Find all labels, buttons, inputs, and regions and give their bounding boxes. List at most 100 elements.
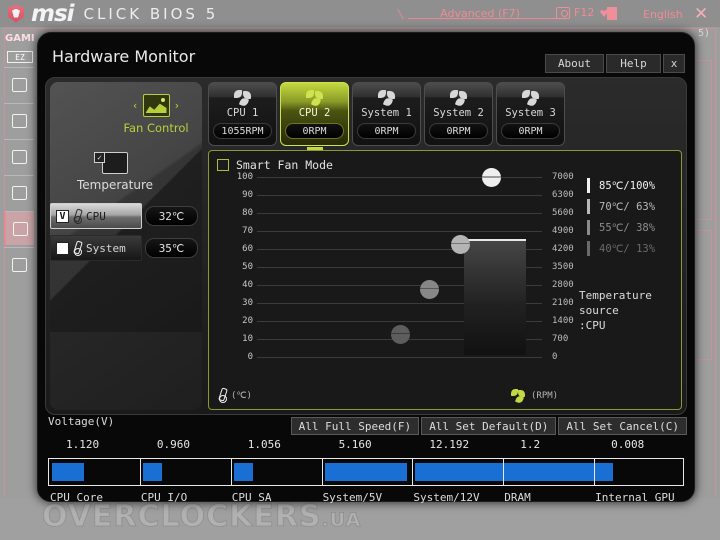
fan-icon bbox=[305, 90, 324, 108]
sidebar-icon-network[interactable] bbox=[4, 103, 34, 137]
legend-swatch bbox=[587, 241, 590, 256]
sidebar-icon-hardware-monitor[interactable] bbox=[4, 211, 34, 245]
left-axis-tick: 60 bbox=[242, 244, 253, 254]
tab-rpm-value: 0RPM bbox=[357, 123, 416, 139]
fan-icon bbox=[511, 389, 526, 404]
smart-fan-mode-checkbox[interactable] bbox=[217, 159, 229, 171]
cpu-temperature-value: 32℃ bbox=[145, 206, 198, 226]
thermometer-icon bbox=[74, 209, 82, 224]
tab-system-2[interactable]: System 2 0RPM bbox=[424, 82, 493, 146]
left-axis-tick: 10 bbox=[242, 334, 253, 344]
voltage-value-1: 1.120 bbox=[66, 438, 100, 451]
voltage-value-2: 0.960 bbox=[156, 438, 190, 451]
tab-label: System 1 bbox=[361, 107, 412, 119]
bios-left-sidebar: GAMI EZ bbox=[3, 30, 37, 510]
voltage-bar-6 bbox=[506, 463, 526, 481]
chart-legend: 85℃/100% 70℃/ 63% 55℃/ 38% 40℃/ 13% bbox=[587, 175, 655, 259]
tab-rpm-value: 0RPM bbox=[501, 123, 560, 139]
smart-fan-mode-row[interactable]: Smart Fan Mode bbox=[217, 158, 333, 172]
tab-system-1[interactable]: System 1 0RPM bbox=[352, 82, 421, 146]
sidebar-item-temperature[interactable]: ✓ Temperature bbox=[60, 152, 170, 192]
legend-row-3: 55℃/ 38% bbox=[587, 217, 655, 238]
screenshot-shortcut[interactable]: F12 bbox=[556, 6, 594, 19]
next-arrow-icon[interactable]: › bbox=[174, 99, 181, 112]
temperature-source-block: Temperature source :CPU bbox=[579, 288, 681, 333]
tab-system-3[interactable]: System 3 0RPM bbox=[496, 82, 565, 146]
sidebar-icon-boot[interactable] bbox=[4, 139, 34, 173]
fan-curve-plot[interactable]: 100 90 80 70 60 50 40 30 20 10 0 7000 6300 5600 4900 4… bbox=[237, 168, 574, 362]
sidebar-icon-settings[interactable] bbox=[4, 175, 34, 209]
right-axis-tick: 4900 bbox=[552, 226, 574, 236]
cpu-sensor-label: CPU bbox=[86, 209, 106, 223]
sidebar-item-fan-control[interactable]: ‹ › Fan Control bbox=[112, 94, 200, 135]
bios-gaming-label: GAMI bbox=[5, 33, 35, 44]
temperature-axis-legend: (℃) bbox=[219, 388, 252, 403]
voltage-bar-1 bbox=[52, 463, 84, 481]
legend-row-2: 70℃/ 63% bbox=[587, 196, 655, 217]
tab-label: System 3 bbox=[505, 107, 556, 119]
sensor-row-cpu[interactable]: V CPU 32℃ bbox=[50, 202, 202, 230]
prev-arrow-icon[interactable]: ‹ bbox=[132, 99, 139, 112]
gridline bbox=[257, 231, 542, 232]
legend-swatch bbox=[587, 178, 590, 193]
legend-label: 70℃/ 63% bbox=[599, 200, 656, 213]
voltage-labels-row: CPU Core CPU I/O CPU SA System/5V System/12V… bbox=[48, 489, 684, 507]
ez-mode-button[interactable]: EZ bbox=[7, 51, 33, 63]
fan-curve-knob-3[interactable] bbox=[451, 234, 470, 254]
legend-swatch bbox=[587, 199, 590, 214]
close-icon[interactable]: ✕ bbox=[694, 4, 708, 24]
advanced-mode-button[interactable]: Advanced (F7) bbox=[420, 3, 540, 23]
help-button[interactable]: Help bbox=[606, 54, 661, 73]
sidebar-icon-monitor[interactable] bbox=[4, 67, 34, 101]
cpu-sensor-checkbox[interactable]: V bbox=[56, 209, 69, 223]
left-axis-tick: 40 bbox=[242, 280, 253, 290]
legend-row-4: 40℃/ 13% bbox=[587, 238, 655, 259]
voltage-separator bbox=[503, 458, 505, 486]
about-button[interactable]: About bbox=[545, 54, 604, 73]
dialog-body: ‹ › Fan Control ✓ Temperature V CPU 32℃ … bbox=[45, 77, 687, 415]
temperature-source-label: Temperature source bbox=[579, 289, 652, 317]
temperature-label: Temperature bbox=[76, 178, 153, 192]
left-axis-tick: 0 bbox=[247, 352, 253, 362]
left-axis-tick: 100 bbox=[236, 172, 253, 182]
right-axis-tick: 6300 bbox=[552, 190, 574, 200]
system-sensor-label: System bbox=[86, 241, 126, 255]
smart-fan-mode-label: Smart Fan Mode bbox=[236, 158, 333, 172]
bios-product-text: CLICK BIOS 5 bbox=[83, 4, 219, 23]
sidebar-icon-tools[interactable] bbox=[4, 247, 34, 281]
tab-label: CPU 1 bbox=[226, 107, 259, 119]
fan-curve-knob-4[interactable] bbox=[482, 168, 501, 187]
gridline bbox=[257, 213, 542, 214]
left-axis-tick: 30 bbox=[242, 298, 253, 308]
voltage-label-1: CPU Core bbox=[50, 491, 103, 504]
voltage-values-row: 1.120 0.960 1.056 5.160 12.192 1.2 0.008 bbox=[48, 434, 684, 456]
close-button[interactable]: x bbox=[663, 54, 685, 73]
rpm-history-graph bbox=[464, 239, 526, 355]
language-button[interactable]: English bbox=[643, 8, 683, 21]
fan-icon bbox=[521, 90, 540, 108]
rpm-axis-legend: (RPM) bbox=[511, 389, 558, 404]
favorites-icon[interactable] bbox=[600, 7, 617, 20]
voltage-value-6: 1.2 bbox=[520, 438, 541, 451]
tab-cpu-1[interactable]: CPU 1 1055RPM bbox=[208, 82, 277, 146]
gridline bbox=[257, 195, 542, 196]
left-axis-tick: 70 bbox=[242, 226, 253, 236]
advanced-mode-tick bbox=[397, 9, 419, 19]
right-axis-tick: 7000 bbox=[552, 172, 574, 182]
msi-brand-text: msi bbox=[31, 0, 75, 27]
fan-icon bbox=[377, 90, 396, 108]
fan-icon bbox=[233, 90, 252, 108]
right-axis-tick: 3500 bbox=[552, 262, 574, 272]
fan-curve-knob-2[interactable] bbox=[420, 279, 439, 299]
fan-tab-bar: CPU 1 1055RPM CPU 2 0RPM System 1 0RPM S… bbox=[208, 82, 682, 150]
right-axis-tick: 4200 bbox=[552, 244, 574, 254]
voltage-separator bbox=[412, 458, 414, 486]
voltage-value-4: 5.160 bbox=[338, 438, 372, 451]
voltage-separator bbox=[321, 458, 323, 486]
voltage-separator bbox=[139, 458, 141, 486]
sensor-row-system[interactable]: System 35℃ bbox=[50, 234, 202, 262]
voltage-separator bbox=[594, 458, 596, 486]
tab-cpu-2[interactable]: CPU 2 0RPM bbox=[280, 82, 349, 150]
system-sensor-checkbox[interactable] bbox=[56, 241, 69, 255]
fan-curve-knob-1[interactable] bbox=[391, 324, 410, 344]
